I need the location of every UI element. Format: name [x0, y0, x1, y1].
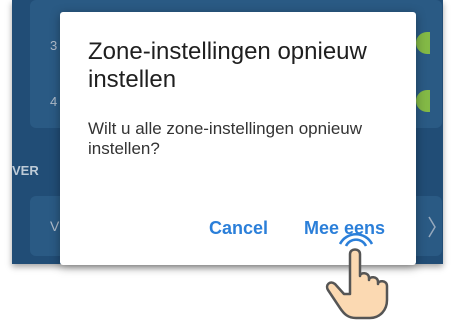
dialog-title: Zone-instellingen opnieuw instellen [88, 38, 367, 93]
tap-hand-icon [325, 233, 389, 320]
dialog-message: Wilt u alle zone-instellingen opnieuw in… [88, 119, 363, 158]
cancel-button[interactable]: Cancel [209, 218, 268, 239]
